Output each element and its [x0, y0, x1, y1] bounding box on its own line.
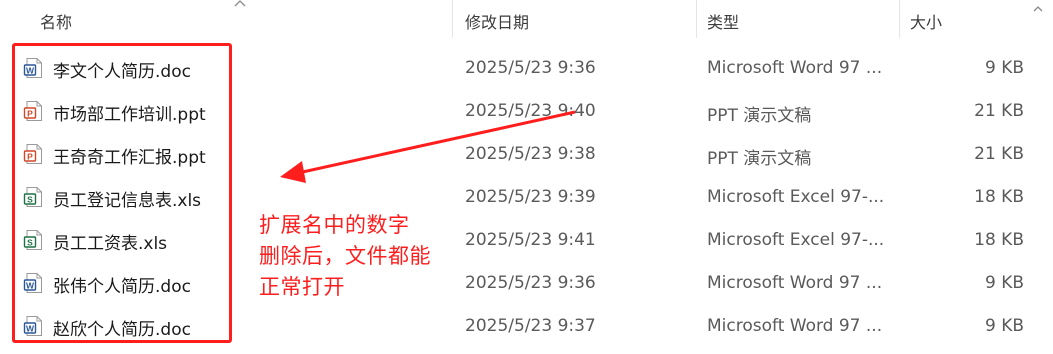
annotation-line: 正常打开 — [259, 275, 345, 299]
annotation-text: 扩展名中的数字 删除后，文件都能 正常打开 — [259, 210, 459, 303]
annotation-line: 扩展名中的数字 — [259, 213, 410, 237]
annotation-line: 删除后，文件都能 — [259, 244, 431, 268]
annotation-arrow — [280, 110, 576, 183]
